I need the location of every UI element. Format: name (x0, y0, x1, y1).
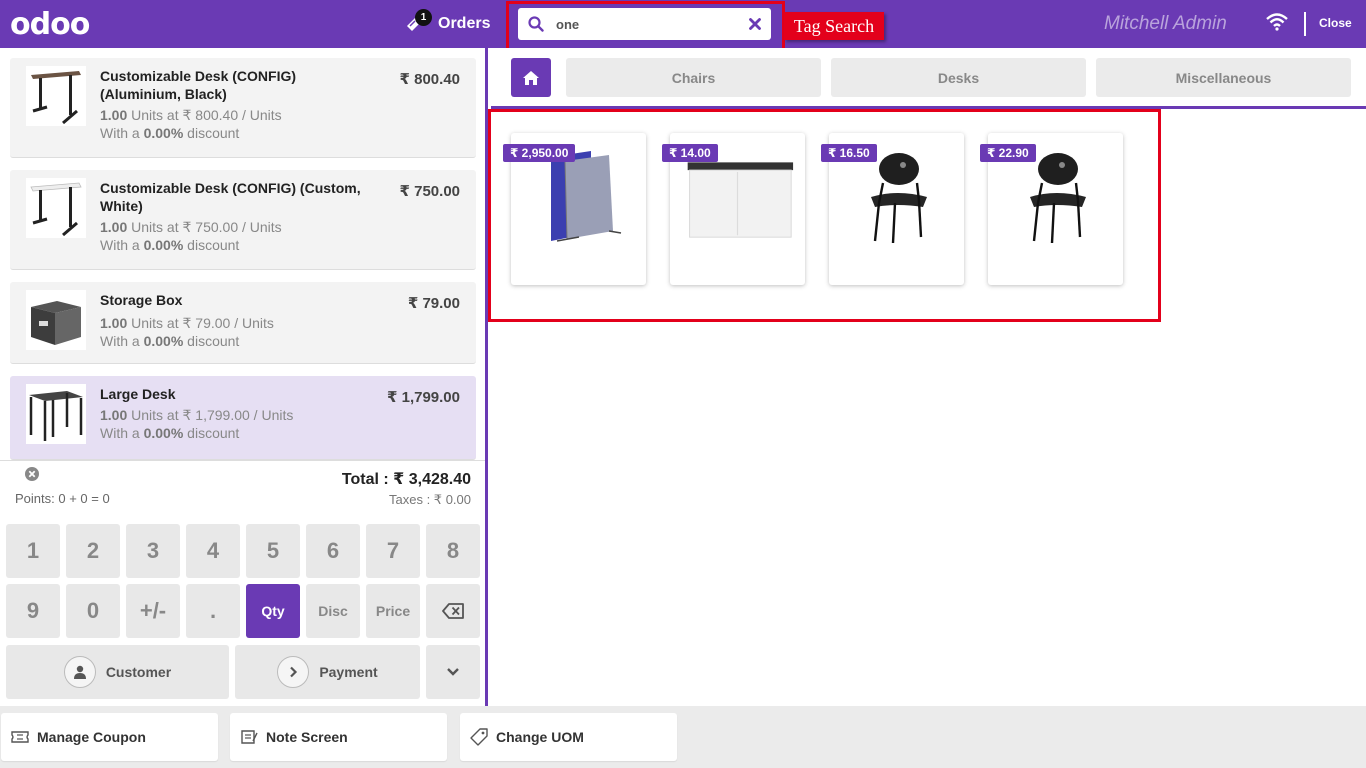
numpad-key-decimal[interactable]: . (186, 584, 240, 638)
odoo-logo: odoo (10, 6, 90, 42)
orderline-selected[interactable]: Large Desk ₹ 1,799.00 1.00 Units at ₹ 1,… (10, 376, 476, 460)
home-icon (523, 70, 539, 85)
category-miscellaneous[interactable]: Miscellaneous (1096, 58, 1351, 97)
orderline-qty-info: 1.00 Units at ₹ 79.00 / Units (100, 315, 274, 331)
product-thumbnail (26, 384, 86, 444)
backspace-icon (442, 603, 464, 619)
product-price-tag: ₹ 14.00 (662, 144, 718, 162)
product-price-tag: ₹ 2,950.00 (503, 144, 576, 162)
category-bar: Chairs Desks Miscellaneous (491, 48, 1366, 109)
numpad-key-2[interactable]: 2 (66, 524, 120, 578)
note-screen-button[interactable]: Note Screen (230, 713, 447, 761)
product-card[interactable]: ₹ 16.50 (821, 133, 964, 285)
product-price-tag: ₹ 16.50 (821, 144, 877, 162)
search-icon (528, 16, 544, 32)
numpad-key-4[interactable]: 4 (186, 524, 240, 578)
order-summary: Points: 0 + 0 = 0 Total : ₹ 3,428.40 Tax… (0, 460, 485, 512)
product-thumbnail (26, 290, 86, 350)
orderline[interactable]: Storage Box ₹ 79.00 1.00 Units at ₹ 79.0… (10, 282, 476, 364)
remove-circle-icon[interactable] (25, 467, 39, 486)
numpad-key-3[interactable]: 3 (126, 524, 180, 578)
desk-black-image (31, 71, 81, 125)
wifi-icon (1266, 13, 1288, 31)
home-category-button[interactable] (511, 58, 551, 97)
product-thumbnail (26, 66, 86, 126)
user-icon (63, 656, 96, 688)
numpad-key-5[interactable]: 5 (246, 524, 300, 578)
product-card[interactable]: ₹ 14.00 (662, 133, 805, 285)
chevron-right-icon (277, 656, 310, 688)
orderline[interactable]: Customizable Desk (CONFIG) (Custom, Whit… (10, 170, 476, 270)
order-total: Total : ₹ 3,428.40 (341, 471, 471, 488)
orderline-qty-info: 1.00 Units at ₹ 750.00 / Units (100, 219, 282, 235)
large-desk-image (29, 391, 83, 441)
numpad-key-7[interactable]: 7 (366, 524, 420, 578)
clear-search-icon[interactable] (749, 18, 761, 30)
orderline-price: ₹ 750.00 (399, 183, 460, 200)
numpad-key-1[interactable]: 1 (6, 524, 60, 578)
close-button[interactable]: Close (1319, 16, 1352, 30)
orderline-price: ₹ 800.40 (399, 71, 460, 88)
orderline-qty-info: 1.00 Units at ₹ 1,799.00 / Units (100, 407, 294, 423)
orderline-product-name: Customizable Desk (CONFIG) (Custom, Whit… (100, 180, 361, 214)
orderline-price: ₹ 1,799.00 (387, 389, 460, 406)
manage-coupon-label: Manage Coupon (37, 729, 146, 745)
backspace-button[interactable] (426, 584, 480, 638)
orderline-product-name: Storage Box (100, 292, 183, 308)
customer-button[interactable]: Customer (6, 645, 229, 699)
numpad-key-9[interactable]: 9 (6, 584, 60, 638)
order-taxes: Taxes : ₹ 0.00 (389, 492, 471, 507)
control-buttons-bar: Manage Coupon Note Screen Change UOM (0, 706, 1366, 768)
change-uom-button[interactable]: Change UOM (460, 713, 677, 761)
coupon-icon (11, 731, 29, 743)
payment-button[interactable]: Payment (235, 645, 420, 699)
product-thumbnail (26, 178, 86, 238)
orderlines-list[interactable]: Customizable Desk (CONFIG) (Aluminium, B… (0, 48, 485, 460)
numpad-key-8[interactable]: 8 (426, 524, 480, 578)
orders-count-badge: 1 (415, 9, 432, 26)
numpad-key-0[interactable]: 0 (66, 584, 120, 638)
products-pane: Chairs Desks Miscellaneous ₹ 2,950.00 ₹ … (488, 48, 1366, 706)
orders-button[interactable]: 1 Orders (404, 8, 490, 40)
numpad-key-plus-minus[interactable]: +/- (126, 584, 180, 638)
note-screen-label: Note Screen (266, 729, 348, 745)
note-icon (241, 730, 258, 744)
product-card[interactable]: ₹ 22.90 (980, 133, 1123, 285)
category-chairs[interactable]: Chairs (566, 58, 821, 97)
orderline-discount-info: With a 0.00% discount (100, 425, 240, 441)
tag-search-annotation: Tag Search (784, 12, 884, 40)
user-name[interactable]: Mitchell Admin (1104, 13, 1227, 35)
order-pane: Customizable Desk (CONFIG) (Aluminium, B… (0, 48, 488, 706)
pos-header: odoo 1 Orders Tag Search Mitchell Admin … (0, 0, 1366, 51)
header-separator (1304, 12, 1306, 36)
numpad-mode-qty[interactable]: Qty (246, 584, 300, 638)
orderline-price: ₹ 79.00 (407, 295, 460, 312)
product-price-tag: ₹ 22.90 (980, 144, 1036, 162)
orderline[interactable]: Customizable Desk (CONFIG) (Aluminium, B… (10, 58, 476, 158)
category-desks[interactable]: Desks (831, 58, 1086, 97)
customer-label: Customer (105, 664, 172, 680)
orderline-discount-info: With a 0.00% discount (100, 237, 240, 253)
search-input[interactable] (556, 16, 726, 32)
orderline-product-name: Large Desk (100, 386, 176, 402)
storage-box-image (31, 301, 81, 345)
loyalty-points: Points: 0 + 0 = 0 (15, 491, 110, 506)
orderline-qty-info: 1.00 Units at ₹ 800.40 / Units (100, 107, 282, 123)
product-card[interactable]: ₹ 2,950.00 (503, 133, 646, 285)
orderline-discount-info: With a 0.00% discount (100, 333, 240, 349)
orders-label: Orders (438, 15, 491, 32)
manage-coupon-button[interactable]: Manage Coupon (1, 713, 218, 761)
desk-white-image (30, 182, 82, 237)
chevron-down-icon (447, 668, 459, 676)
orderline-discount-info: With a 0.00% discount (100, 125, 240, 141)
numpad-mode-disc[interactable]: Disc (306, 584, 360, 638)
numpad-key-6[interactable]: 6 (306, 524, 360, 578)
tag-icon (470, 728, 488, 746)
search-box[interactable] (518, 8, 771, 40)
payment-label: Payment (319, 664, 378, 680)
orderline-product-name: Customizable Desk (CONFIG) (Aluminium, B… (100, 68, 297, 102)
numpad-mode-price[interactable]: Price (366, 584, 420, 638)
change-uom-label: Change UOM (496, 729, 584, 745)
more-actions-button[interactable] (426, 645, 480, 699)
